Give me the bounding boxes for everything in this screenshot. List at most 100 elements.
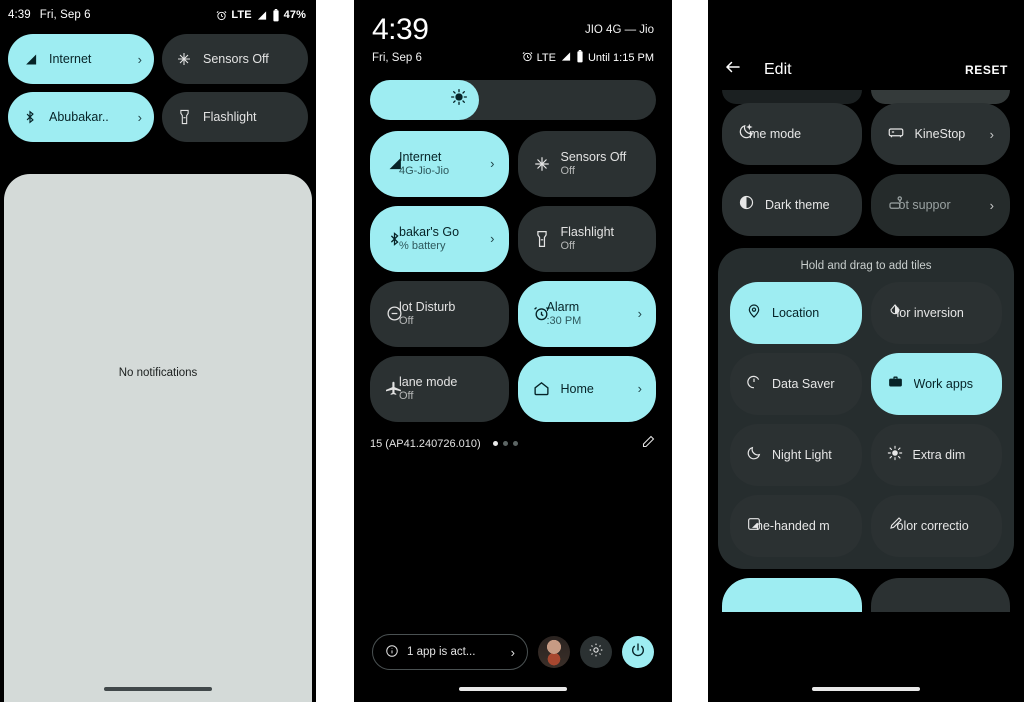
dark-theme-icon — [738, 194, 755, 216]
tile-bedtime-mode[interactable]: me mode — [722, 103, 862, 165]
add-tiles-section: Hold and drag to add tiles Location lor … — [718, 248, 1014, 569]
panel-notification-shade: 4:39 Fri, Sep 6 LTE 47% Internet › Senso… — [0, 0, 316, 702]
signal-internet-icon — [20, 52, 40, 67]
network-type-label: LTE — [231, 9, 252, 21]
tile-work-apps[interactable]: Work apps — [870, 353, 1002, 415]
tile-night-light[interactable]: Night Light — [730, 424, 862, 486]
chevron-right-icon[interactable]: › — [138, 110, 142, 125]
tile-internet[interactable]: Internet › — [8, 34, 154, 84]
chevron-right-icon[interactable]: › — [511, 645, 515, 660]
power-button[interactable] — [622, 636, 654, 668]
tile-label: Dark theme — [765, 198, 830, 212]
tile-airplane-mode[interactable]: lane mode Off — [370, 355, 509, 422]
panel-edit-tiles: Edit RESET me mode KineStop › Dark theme… — [708, 0, 1024, 702]
no-notifications-text: No notifications — [118, 367, 198, 379]
network-type-label: LTE — [536, 51, 556, 64]
partial-tile[interactable] — [870, 578, 1010, 612]
tile-label: lot Disturb — [399, 300, 456, 314]
tile-sublabel: Off — [399, 390, 414, 402]
pencil-edit-icon[interactable] — [641, 434, 656, 454]
tile-label: Work apps — [913, 377, 974, 391]
car-seat-icon — [887, 123, 905, 146]
battery-percent: 47% — [283, 9, 306, 21]
chevron-right-icon[interactable]: › — [138, 52, 142, 67]
tile-sensors-off[interactable]: Sensors Off Off — [517, 130, 656, 197]
tile-kinestop[interactable]: KineStop › — [870, 103, 1010, 165]
brightness-icon — [450, 89, 467, 110]
settings-button[interactable] — [580, 636, 612, 668]
tile-bluetooth[interactable]: Abubakar.. › — [8, 92, 154, 142]
reset-button[interactable]: RESET — [965, 63, 1008, 77]
tile-sublabel: 4G-Jio-Jio — [399, 165, 450, 177]
briefcase-icon — [887, 373, 904, 395]
avatar-image — [538, 636, 570, 668]
quick-settings-header: 4:39 JIO 4G — Jio Fri, Sep 6 LTE Until 1… — [354, 0, 672, 66]
tile-label: ot suppor — [898, 198, 951, 212]
tile-one-handed-mode[interactable]: ne-handed m — [730, 495, 862, 557]
brightness-slider[interactable] — [370, 79, 656, 120]
tile-do-not-disturb[interactable]: lot Disturb Off — [370, 280, 509, 347]
status-date: Fri, Sep 6 — [39, 9, 91, 21]
tile-color-inversion[interactable]: lor inversion — [870, 282, 1002, 344]
info-circle-icon — [385, 644, 399, 661]
tile-bluetooth[interactable]: bakar's Go % battery › — [370, 205, 509, 272]
notification-shade: No notifications — [4, 174, 312, 702]
tile-data-saver[interactable]: Data Saver — [730, 353, 862, 415]
chevron-right-icon[interactable]: › — [990, 198, 994, 213]
partial-tile[interactable] — [722, 90, 862, 104]
page-title: Edit — [764, 60, 792, 78]
tile-flashlight[interactable]: Flashlight — [162, 92, 308, 142]
add-tiles-title: Hold and drag to add tiles — [800, 260, 932, 272]
build-version-label: 15 (AP41.240726.010) — [370, 437, 481, 450]
chevron-right-icon[interactable]: › — [490, 156, 494, 171]
tile-alarm[interactable]: Alarm :30 PM › — [517, 280, 656, 347]
partial-tile[interactable] — [722, 578, 862, 612]
tile-label: me mode — [749, 127, 802, 141]
gesture-bar[interactable] — [459, 687, 567, 691]
tile-not-supported[interactable]: ot suppor › — [870, 174, 1010, 236]
gesture-bar[interactable] — [104, 687, 212, 691]
page-dot[interactable] — [502, 441, 508, 446]
avatar[interactable] — [538, 636, 570, 668]
page-indicator[interactable] — [492, 441, 518, 446]
active-apps-button[interactable]: 1 app is act... › — [372, 634, 528, 670]
chevron-right-icon[interactable]: › — [490, 231, 494, 246]
page-dot[interactable] — [492, 441, 498, 446]
sensors-off-icon — [532, 155, 552, 173]
tile-sublabel: Off — [560, 240, 575, 252]
tile-home[interactable]: Home › — [517, 355, 656, 422]
tile-label: Night Light — [772, 448, 832, 462]
partial-tiles-top — [708, 90, 1024, 104]
quick-settings-bottom-bar: 1 app is act... › — [354, 634, 672, 670]
tile-label: ne-handed m — [756, 519, 830, 533]
tile-flashlight[interactable]: Flashlight Off — [517, 205, 656, 272]
clock-time[interactable]: 4:39 — [372, 14, 429, 46]
page-dot[interactable] — [512, 441, 518, 446]
tile-sensors-off[interactable]: Sensors Off — [162, 34, 308, 84]
partial-tile[interactable] — [870, 90, 1010, 104]
partial-tiles-bottom — [708, 578, 1024, 612]
gear-icon — [588, 642, 604, 663]
gesture-bar[interactable] — [812, 687, 920, 691]
alarm-clock-icon — [522, 51, 533, 65]
tile-color-correction[interactable]: olor correctio — [870, 495, 1002, 557]
tile-location[interactable]: Location — [730, 282, 862, 344]
tile-internet[interactable]: Internet 4G-Jio-Jio › — [370, 130, 509, 197]
tile-sublabel: Off — [399, 315, 414, 327]
night-light-icon — [746, 445, 762, 466]
tile-label: Abubakar.. — [49, 110, 109, 124]
tile-sublabel: Off — [560, 165, 575, 177]
data-saver-icon — [746, 374, 762, 395]
edit-scroll-area[interactable]: me mode KineStop › Dark theme ot suppor … — [708, 90, 1024, 702]
chevron-right-icon[interactable]: › — [638, 381, 642, 396]
flashlight-icon — [532, 230, 552, 248]
power-icon — [630, 642, 646, 663]
tile-label: KineStop — [914, 127, 966, 141]
tile-label: bakar's Go — [399, 225, 460, 239]
back-arrow-icon[interactable] — [724, 58, 742, 81]
chevron-right-icon[interactable]: › — [990, 127, 994, 142]
chevron-right-icon[interactable]: › — [638, 306, 642, 321]
tile-label: Sensors Off — [203, 52, 269, 66]
tile-dark-theme[interactable]: Dark theme — [722, 174, 862, 236]
tile-extra-dim[interactable]: Extra dim — [870, 424, 1002, 486]
